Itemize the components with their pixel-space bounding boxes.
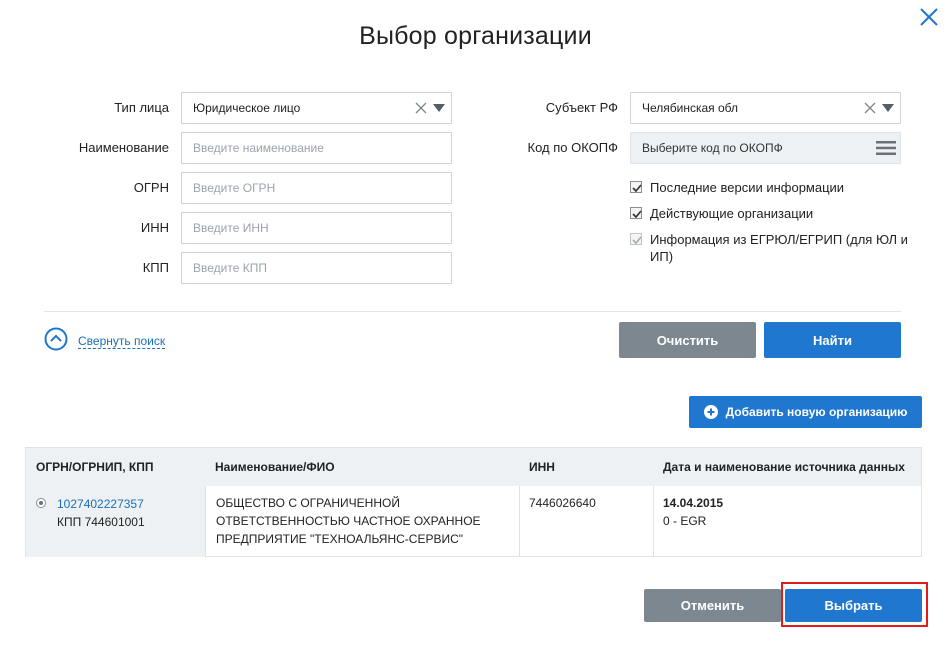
- clear-icon[interactable]: [864, 102, 876, 114]
- subject-select[interactable]: Челябинская обл: [630, 92, 901, 124]
- okopf-select-placeholder: Выберите код по ОКОПФ: [642, 141, 783, 155]
- checkbox-label: Действующие организации: [650, 206, 814, 221]
- checkbox-latest-versions[interactable]: Последние версии информации: [630, 179, 844, 196]
- results-table: ОГРН/ОГРНИП, КПП Наименование/ФИО ИНН Да…: [25, 447, 922, 557]
- ogrn-input-placeholder: Введите ОГРН: [193, 181, 276, 195]
- clear-button[interactable]: Очистить: [619, 322, 756, 358]
- checkbox-label-line2: ИП): [650, 249, 674, 264]
- add-organization-label: Добавить новую организацию: [725, 405, 908, 419]
- select-button-highlight: [781, 582, 928, 627]
- checkbox-box-disabled: [630, 233, 642, 245]
- row-source-cell: 14.04.2015 0 - EGR: [663, 494, 723, 530]
- name-label: Наименование: [78, 140, 169, 155]
- row-name-line: ОТВЕТСТВЕННОСТЬЮ ЧАСТНОЕ ОХРАННОЕ: [216, 514, 481, 528]
- ogrn-label: ОГРН: [133, 180, 169, 195]
- column-divider: [205, 486, 206, 557]
- plus-circle-icon: [703, 405, 718, 419]
- row-ogrn-cell: 1027402227357 КПП 744601001: [57, 495, 145, 531]
- row-inn-cell: 7446026640: [529, 496, 596, 510]
- divider: [44, 311, 901, 312]
- row-date: 14.04.2015: [663, 496, 724, 510]
- hamburger-menu-icon[interactable]: [876, 141, 896, 155]
- name-input-placeholder: Введите наименование: [193, 141, 324, 155]
- name-input[interactable]: Введите наименование: [181, 132, 452, 164]
- inn-input[interactable]: Введите ИНН: [181, 212, 452, 244]
- column-divider: [653, 486, 654, 557]
- row-ogrn-link[interactable]: 1027402227357: [57, 495, 145, 513]
- subject-select-value: Челябинская обл: [642, 101, 739, 115]
- column-header-inn: ИНН: [529, 460, 555, 474]
- row-select-radio[interactable]: [36, 498, 46, 508]
- table-header: ОГРН/ОГРНИП, КПП Наименование/ФИО ИНН Да…: [26, 448, 921, 486]
- column-header-source: Дата и наименование источника данных: [663, 460, 905, 474]
- chevron-down-icon[interactable]: [882, 104, 894, 112]
- checkbox-egrul-info: Информация из ЕГРЮЛ/ЕГРИП (для ЮЛ и ИП): [630, 231, 908, 265]
- checkbox-label: Последние версии информации: [650, 180, 845, 195]
- chevron-down-icon[interactable]: [433, 104, 445, 112]
- type-label: Тип лица: [114, 100, 169, 115]
- cancel-button[interactable]: Отменить: [644, 589, 781, 622]
- dialog-title: Выбор организации: [359, 22, 592, 50]
- add-organization-button[interactable]: Добавить новую организацию: [689, 396, 922, 428]
- chevron-up-circle-icon[interactable]: [44, 327, 68, 356]
- clear-icon[interactable]: [415, 102, 427, 114]
- find-button[interactable]: Найти: [764, 322, 901, 358]
- okopf-label: Код по ОКОПФ: [527, 140, 618, 155]
- type-select-value: Юридическое лицо: [193, 101, 301, 115]
- ogrn-input[interactable]: Введите ОГРН: [181, 172, 452, 204]
- column-divider: [519, 486, 520, 557]
- checkbox-box[interactable]: [630, 207, 642, 219]
- kpp-input-placeholder: Введите КПП: [193, 261, 267, 275]
- collapse-search-link[interactable]: Свернуть поиск: [44, 327, 166, 356]
- column-header-ogrn: ОГРН/ОГРНИП, КПП: [36, 460, 154, 474]
- checkbox-active-orgs[interactable]: Действующие организации: [630, 205, 813, 222]
- okopf-select[interactable]: Выберите код по ОКОПФ: [630, 132, 901, 164]
- row-name-cell: ОБЩЕСТВО С ОГРАНИЧЕННОЙ ОТВЕТСТВЕННОСТЬЮ…: [216, 494, 481, 548]
- inn-input-placeholder: Введите ИНН: [193, 221, 269, 235]
- row-name-line: ОБЩЕСТВО С ОГРАНИЧЕННОЙ: [216, 496, 400, 510]
- row-name-line: ПРЕДПРИЯТИЕ "ТЕХНОАЛЬЯНС-СЕРВИС": [216, 532, 464, 546]
- kpp-label: КПП: [142, 260, 169, 275]
- subject-label: Субъект РФ: [545, 100, 618, 115]
- row-source: 0 - EGR: [663, 514, 707, 528]
- type-select[interactable]: Юридическое лицо: [181, 92, 452, 124]
- checkbox-box[interactable]: [630, 181, 642, 193]
- checkbox-label: Информация из ЕГРЮЛ/ЕГРИП (для ЮЛ и ИП): [650, 231, 908, 265]
- row-kpp: КПП 744601001: [57, 515, 145, 529]
- column-header-name: Наименование/ФИО: [215, 460, 335, 474]
- collapse-search-label[interactable]: Свернуть поиск: [78, 334, 166, 349]
- checkbox-label-line1: Информация из ЕГРЮЛ/ЕГРИП (для ЮЛ и: [650, 232, 908, 247]
- kpp-input[interactable]: Введите КПП: [181, 252, 452, 284]
- inn-label: ИНН: [140, 220, 169, 235]
